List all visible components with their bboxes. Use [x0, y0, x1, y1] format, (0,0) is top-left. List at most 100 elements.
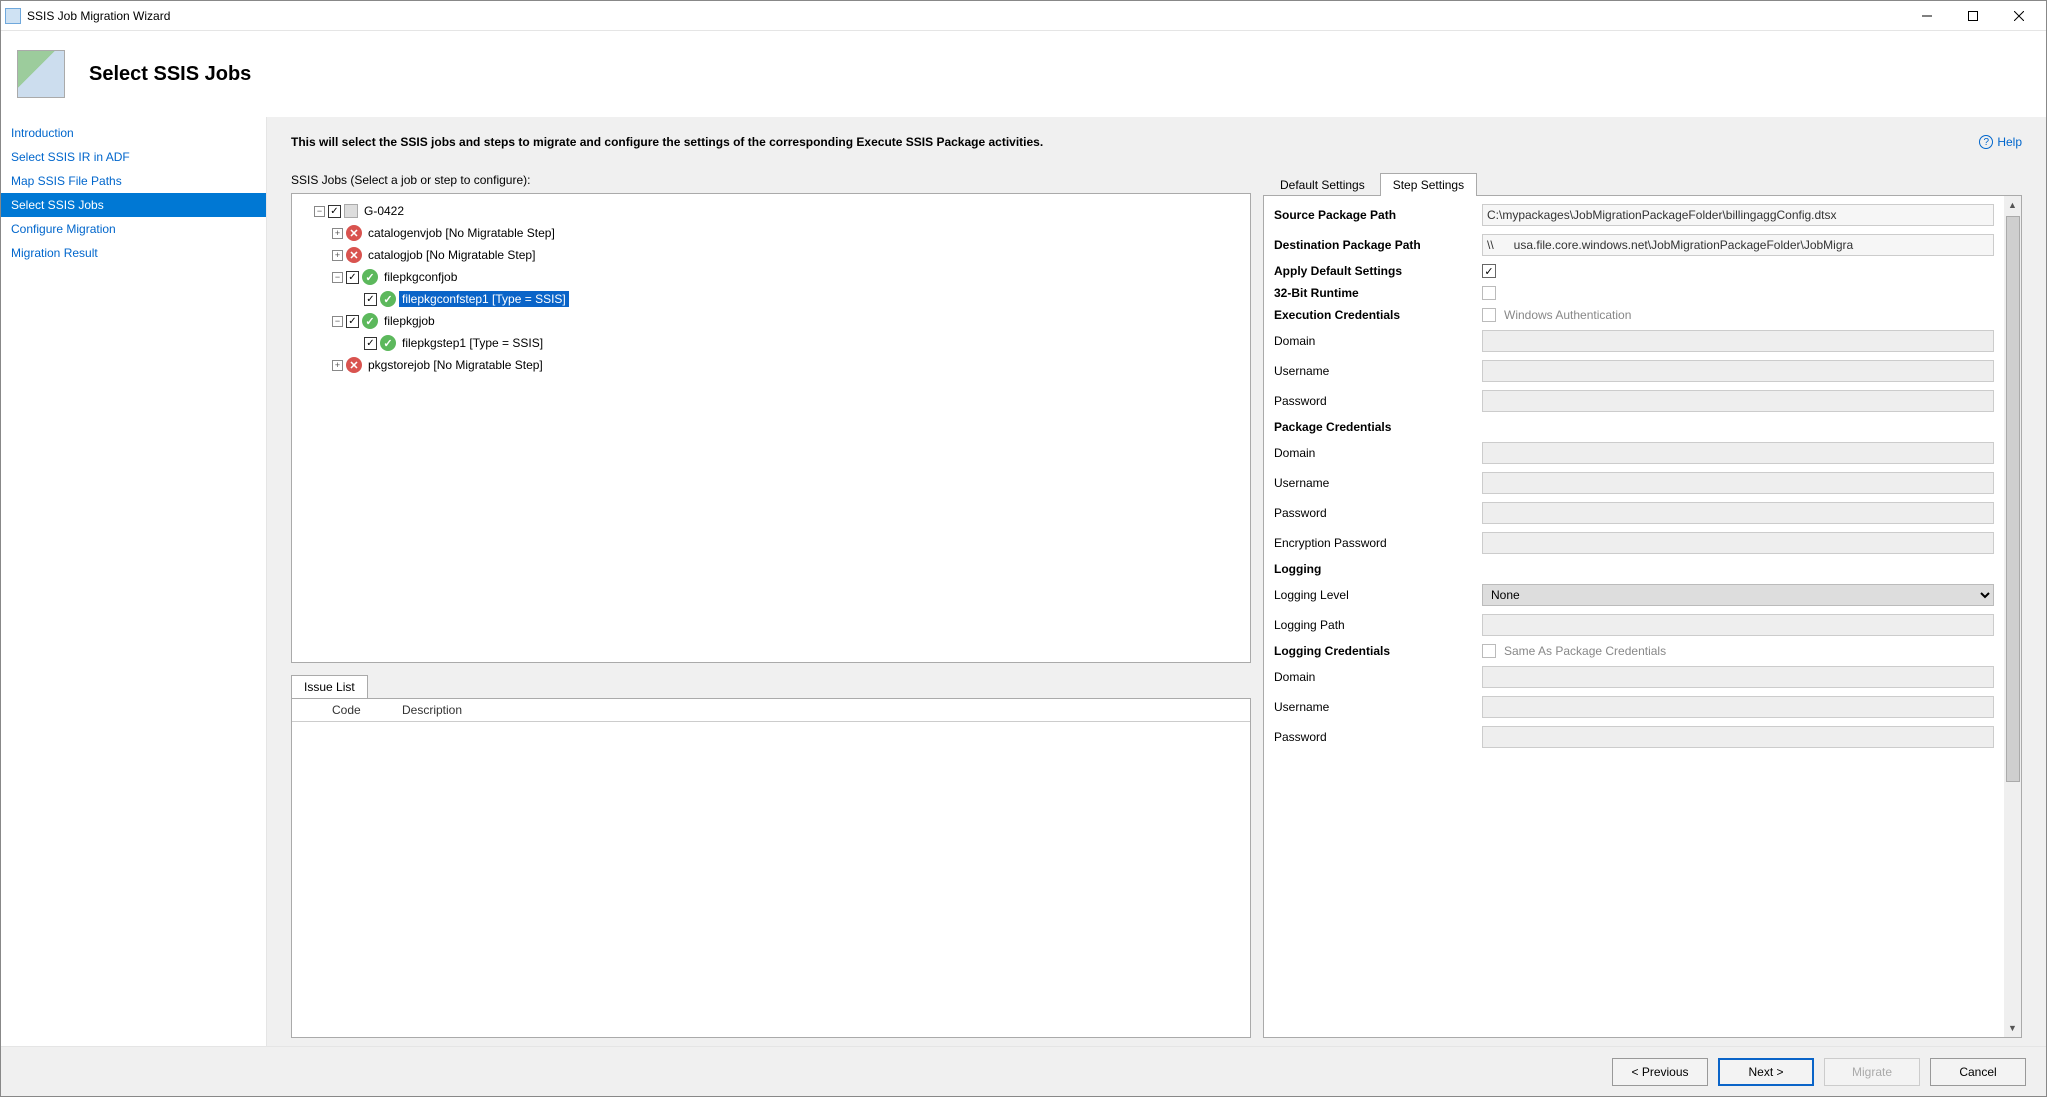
tree-node-filepkgconfstep1[interactable]: ✓ filepkgconfstep1 [Type = SSIS] — [350, 288, 1246, 310]
nav-item-select-ssis-ir[interactable]: Select SSIS IR in ADF — [1, 145, 266, 169]
error-icon: ✕ — [346, 247, 362, 263]
tree-node-filepkgstep1[interactable]: ✓ filepkgstep1 [Type = SSIS] — [350, 332, 1246, 354]
nav-item-map-file-paths[interactable]: Map SSIS File Paths — [1, 169, 266, 193]
checkbox[interactable] — [346, 271, 359, 284]
apply-default-settings-label: Apply Default Settings — [1274, 264, 1474, 278]
help-link[interactable]: ? Help — [1979, 135, 2022, 149]
execution-credentials-checkbox[interactable] — [1482, 308, 1496, 322]
package-credentials-section: Package Credentials — [1274, 420, 1391, 434]
encryption-password-label: Encryption Password — [1274, 536, 1474, 550]
encryption-password-input[interactable] — [1482, 532, 1994, 554]
logging-path-label: Logging Path — [1274, 618, 1474, 632]
minimize-button[interactable] — [1904, 1, 1950, 31]
help-label: Help — [1997, 135, 2022, 149]
pkg-username-input[interactable] — [1482, 472, 1994, 494]
settings-tabs: Default Settings Step Settings — [1267, 173, 2022, 196]
checkbox[interactable] — [328, 205, 341, 218]
checkbox[interactable] — [364, 293, 377, 306]
log-username-input[interactable] — [1482, 696, 1994, 718]
checkbox[interactable] — [364, 337, 377, 350]
nav-item-introduction[interactable]: Introduction — [1, 121, 266, 145]
tree-node-filepkgjob[interactable]: − ✓ filepkgjob — [332, 310, 1246, 332]
execution-credentials-label: Execution Credentials — [1274, 308, 1474, 322]
nav-item-migration-result[interactable]: Migration Result — [1, 241, 266, 265]
sidebar: Introduction Select SSIS IR in ADF Map S… — [1, 117, 267, 1046]
apply-default-settings-checkbox[interactable] — [1482, 264, 1496, 278]
ok-icon: ✓ — [362, 269, 378, 285]
logging-section: Logging — [1274, 562, 1321, 576]
expand-icon[interactable]: − — [332, 316, 343, 327]
pkg-domain-label: Domain — [1274, 446, 1474, 460]
window-title: SSIS Job Migration Wizard — [27, 9, 170, 23]
tree-node-label: pkgstorejob [No Migratable Step] — [365, 357, 546, 373]
intro-text: This will select the SSIS jobs and steps… — [291, 135, 2022, 149]
expand-icon[interactable]: + — [332, 360, 343, 371]
log-password-input[interactable] — [1482, 726, 1994, 748]
logging-level-label: Logging Level — [1274, 588, 1474, 602]
pkg-domain-input[interactable] — [1482, 442, 1994, 464]
tree-node-catalogenvjob[interactable]: + ✕ catalogenvjob [No Migratable Step] — [332, 222, 1246, 244]
logging-credentials-hint: Same As Package Credentials — [1504, 644, 1666, 658]
logging-credentials-label: Logging Credentials — [1274, 644, 1474, 658]
settings-panel: Source Package Path Destination Package … — [1263, 195, 2004, 1038]
scroll-up-icon[interactable]: ▲ — [2006, 198, 2020, 212]
exec-username-input[interactable] — [1482, 360, 1994, 382]
expand-icon[interactable]: + — [332, 228, 343, 239]
exec-password-label: Password — [1274, 394, 1474, 408]
help-icon: ? — [1979, 135, 1993, 149]
ok-icon: ✓ — [380, 335, 396, 351]
tab-step-settings[interactable]: Step Settings — [1380, 173, 1477, 196]
pkg-password-input[interactable] — [1482, 502, 1994, 524]
cancel-button[interactable]: Cancel — [1930, 1058, 2026, 1086]
logging-credentials-checkbox[interactable] — [1482, 644, 1496, 658]
issue-list-header: Code Description — [292, 699, 1250, 722]
next-button[interactable]: Next > — [1718, 1058, 1814, 1086]
jobs-tree[interactable]: − G-0422 + ✕ catalogenvj — [291, 193, 1251, 663]
tree-label: SSIS Jobs (Select a job or step to confi… — [291, 173, 1251, 187]
nav-item-configure-migration[interactable]: Configure Migration — [1, 217, 266, 241]
destination-package-path-input[interactable] — [1482, 234, 1994, 256]
previous-button[interactable]: < Previous — [1612, 1058, 1708, 1086]
nav-item-select-ssis-jobs[interactable]: Select SSIS Jobs — [1, 193, 266, 217]
logging-path-input[interactable] — [1482, 614, 1994, 636]
server-icon — [344, 204, 358, 218]
expand-icon[interactable]: − — [332, 272, 343, 283]
scroll-track[interactable] — [2006, 212, 2020, 1021]
exec-password-input[interactable] — [1482, 390, 1994, 412]
tree-node-filepkgconfjob[interactable]: − ✓ filepkgconfjob — [332, 266, 1246, 288]
expand-icon[interactable]: − — [314, 206, 325, 217]
tree-node-label: filepkgjob — [381, 313, 438, 329]
content-pane: ? Help This will select the SSIS jobs an… — [267, 117, 2046, 1046]
log-domain-input[interactable] — [1482, 666, 1994, 688]
32bit-runtime-checkbox[interactable] — [1482, 286, 1496, 300]
logging-level-select[interactable]: None — [1482, 584, 1994, 606]
32bit-runtime-label: 32-Bit Runtime — [1274, 286, 1474, 300]
scroll-down-icon[interactable]: ▼ — [2006, 1021, 2020, 1035]
maximize-button[interactable] — [1950, 1, 1996, 31]
source-package-path-input[interactable] — [1482, 204, 1994, 226]
source-package-path-label: Source Package Path — [1274, 208, 1474, 222]
expand-icon[interactable]: + — [332, 250, 343, 261]
settings-scrollbar[interactable]: ▲ ▼ — [2004, 195, 2022, 1038]
header-panel: Select SSIS Jobs — [1, 31, 2046, 117]
ok-icon: ✓ — [362, 313, 378, 329]
migrate-button: Migrate — [1824, 1058, 1920, 1086]
close-button[interactable] — [1996, 1, 2042, 31]
pkg-password-label: Password — [1274, 506, 1474, 520]
checkbox[interactable] — [346, 315, 359, 328]
issue-list-tab[interactable]: Issue List — [291, 675, 368, 698]
log-domain-label: Domain — [1274, 670, 1474, 684]
exec-domain-input[interactable] — [1482, 330, 1994, 352]
error-icon: ✕ — [346, 225, 362, 241]
tree-root[interactable]: − G-0422 — [314, 200, 1246, 222]
log-username-label: Username — [1274, 700, 1474, 714]
issue-list: Code Description — [291, 698, 1251, 1038]
tree-node-pkgstorejob[interactable]: + ✕ pkgstorejob [No Migratable Step] — [332, 354, 1246, 376]
exec-domain-label: Domain — [1274, 334, 1474, 348]
tree-node-catalogjob[interactable]: + ✕ catalogjob [No Migratable Step] — [332, 244, 1246, 266]
ok-icon: ✓ — [380, 291, 396, 307]
scroll-thumb[interactable] — [2006, 216, 2020, 782]
tab-default-settings[interactable]: Default Settings — [1267, 173, 1378, 196]
pkg-username-label: Username — [1274, 476, 1474, 490]
tree-node-label: filepkgstep1 [Type = SSIS] — [399, 335, 546, 351]
